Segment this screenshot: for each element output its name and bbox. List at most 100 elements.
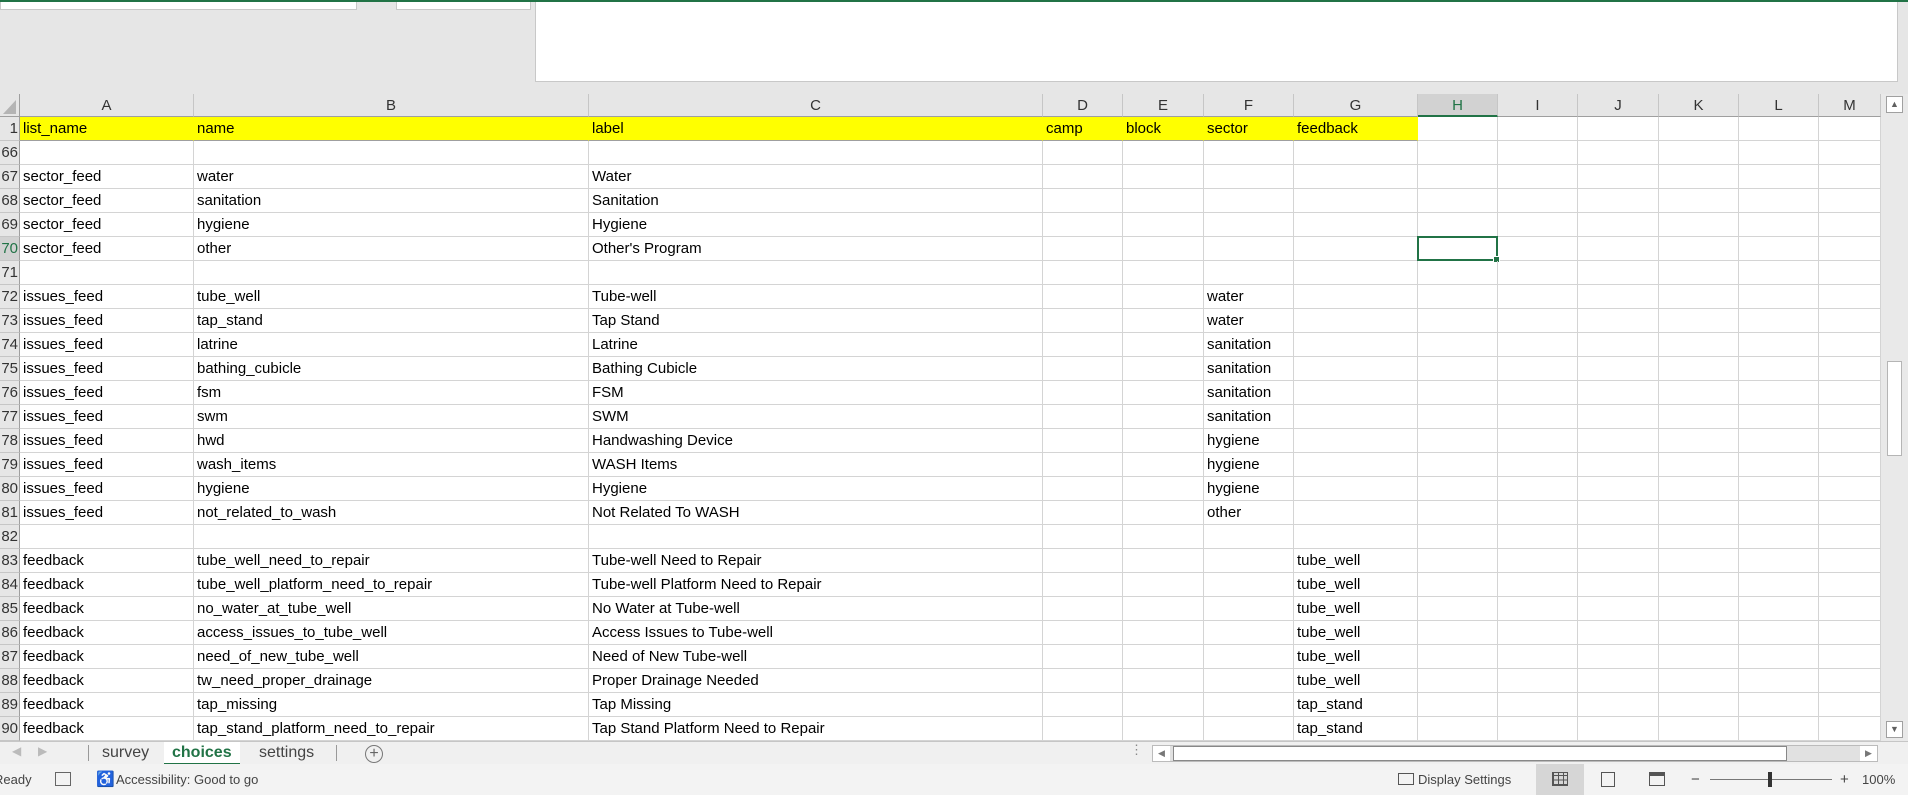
cell[interactable]	[1739, 333, 1819, 357]
cell[interactable]	[1498, 141, 1578, 165]
cell[interactable]	[1739, 285, 1819, 309]
cell[interactable]	[1123, 381, 1204, 405]
cell[interactable]: need_of_new_tube_well	[194, 645, 589, 669]
cell[interactable]	[1418, 669, 1498, 693]
column-header-J[interactable]: J	[1578, 94, 1659, 117]
cell[interactable]	[1819, 165, 1881, 189]
cell[interactable]	[1659, 621, 1739, 645]
column-header-F[interactable]: F	[1204, 94, 1294, 117]
cell[interactable]	[1418, 717, 1498, 741]
cell[interactable]: tap_stand	[1294, 717, 1418, 741]
cell[interactable]	[20, 525, 194, 549]
cell[interactable]	[1819, 405, 1881, 429]
cell[interactable]: issues_feed	[20, 309, 194, 333]
cell[interactable]	[1123, 261, 1204, 285]
header-cell[interactable]	[1578, 117, 1659, 141]
row-header[interactable]: 69	[0, 213, 20, 237]
cell[interactable]: tube_well	[194, 285, 589, 309]
accessibility-icon[interactable]: ♿	[96, 764, 115, 795]
tab-scroll-left-icon[interactable]: ◀	[12, 744, 21, 758]
cell[interactable]	[1578, 525, 1659, 549]
cell[interactable]	[1418, 213, 1498, 237]
cell[interactable]	[1498, 549, 1578, 573]
cell[interactable]	[1578, 165, 1659, 189]
cell[interactable]: Proper Drainage Needed	[589, 669, 1043, 693]
cell[interactable]: tap_stand_platform_need_to_repair	[194, 717, 589, 741]
cell[interactable]	[589, 261, 1043, 285]
cell[interactable]	[1659, 141, 1739, 165]
row-header[interactable]: 76	[0, 381, 20, 405]
zoom-out-button[interactable]: −	[1691, 764, 1700, 795]
display-settings-icon[interactable]	[1398, 773, 1414, 785]
cell[interactable]	[1123, 357, 1204, 381]
cell[interactable]: feedback	[20, 621, 194, 645]
cell[interactable]	[1418, 501, 1498, 525]
cell[interactable]	[1204, 237, 1294, 261]
zoom-level[interactable]: 100%	[1862, 764, 1895, 795]
column-header-E[interactable]: E	[1123, 94, 1204, 117]
cell[interactable]: Bathing Cubicle	[589, 357, 1043, 381]
cell[interactable]	[1294, 141, 1418, 165]
cell[interactable]	[1578, 477, 1659, 501]
cell[interactable]: hwd	[194, 429, 589, 453]
cell[interactable]	[1739, 453, 1819, 477]
cell[interactable]	[1659, 405, 1739, 429]
cell[interactable]: sector_feed	[20, 237, 194, 261]
cell[interactable]	[1418, 261, 1498, 285]
header-cell[interactable]: sector	[1204, 117, 1294, 141]
cell[interactable]	[1043, 309, 1123, 333]
cell[interactable]	[1659, 357, 1739, 381]
cell[interactable]	[20, 261, 194, 285]
cell[interactable]	[1043, 237, 1123, 261]
row-header[interactable]: 72	[0, 285, 20, 309]
cell[interactable]	[1294, 333, 1418, 357]
cell[interactable]	[1739, 717, 1819, 741]
cell[interactable]	[1043, 261, 1123, 285]
cell[interactable]	[1123, 213, 1204, 237]
cell[interactable]	[1659, 333, 1739, 357]
cell[interactable]: WASH Items	[589, 453, 1043, 477]
cell[interactable]	[1739, 357, 1819, 381]
cell[interactable]: sanitation	[1204, 405, 1294, 429]
cell[interactable]	[1123, 549, 1204, 573]
cell[interactable]	[1418, 333, 1498, 357]
scrollbar-thumb[interactable]	[1887, 361, 1902, 456]
cell[interactable]	[1739, 501, 1819, 525]
cell[interactable]: water	[1204, 285, 1294, 309]
cell[interactable]	[1578, 597, 1659, 621]
cell[interactable]: Tap Stand	[589, 309, 1043, 333]
cell[interactable]: swm	[194, 405, 589, 429]
cell[interactable]	[1819, 597, 1881, 621]
cell[interactable]	[1659, 573, 1739, 597]
cell[interactable]	[1819, 477, 1881, 501]
cell[interactable]: Water	[589, 165, 1043, 189]
cell[interactable]	[1578, 549, 1659, 573]
cell[interactable]	[1294, 285, 1418, 309]
cell[interactable]	[1123, 189, 1204, 213]
column-header-K[interactable]: K	[1659, 94, 1739, 117]
cell[interactable]	[1294, 405, 1418, 429]
cell[interactable]	[1739, 549, 1819, 573]
cell[interactable]	[1819, 141, 1881, 165]
column-header-B[interactable]: B	[194, 94, 589, 117]
cell[interactable]	[1659, 669, 1739, 693]
cell[interactable]	[1123, 477, 1204, 501]
cell[interactable]	[1043, 717, 1123, 741]
cell[interactable]	[1418, 573, 1498, 597]
cell[interactable]	[1819, 525, 1881, 549]
column-header-L[interactable]: L	[1739, 94, 1819, 117]
cell[interactable]: no_water_at_tube_well	[194, 597, 589, 621]
horizontal-scrollbar[interactable]: ◀ ▶	[1152, 745, 1878, 762]
accessibility-status[interactable]: Accessibility: Good to go	[116, 764, 258, 795]
cell[interactable]	[1498, 189, 1578, 213]
scroll-right-arrow-icon[interactable]: ▶	[1860, 746, 1877, 761]
cell[interactable]	[1204, 573, 1294, 597]
cell[interactable]	[1123, 165, 1204, 189]
cell[interactable]	[589, 525, 1043, 549]
formula-bar[interactable]	[535, 2, 1898, 82]
cell[interactable]	[1043, 573, 1123, 597]
cell[interactable]: Need of New Tube-well	[589, 645, 1043, 669]
row-header[interactable]: 87	[0, 645, 20, 669]
cell[interactable]: Tube-well Platform Need to Repair	[589, 573, 1043, 597]
cell[interactable]: feedback	[20, 669, 194, 693]
